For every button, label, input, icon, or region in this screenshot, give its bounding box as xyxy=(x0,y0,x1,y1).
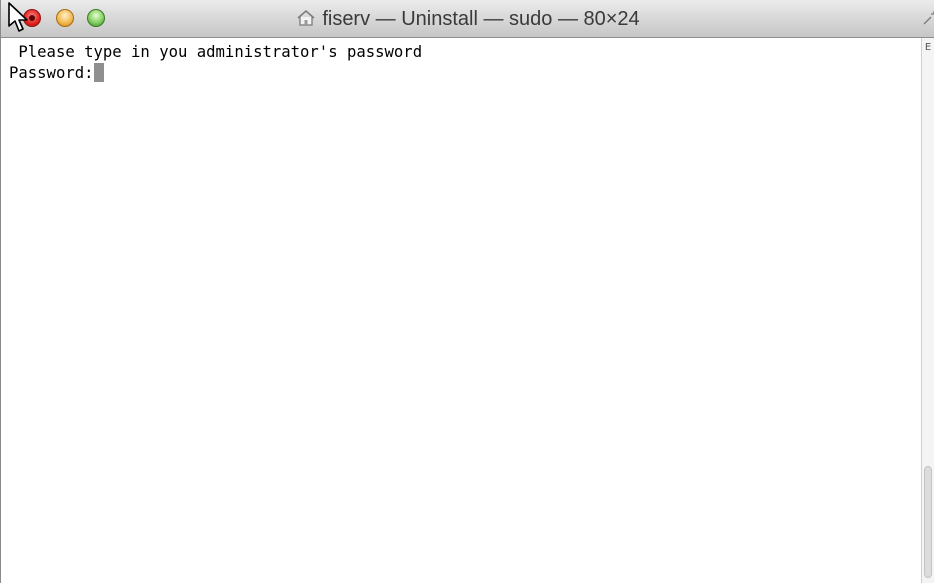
output-line-prompt-message: Please type in you administrator's passw… xyxy=(9,43,423,61)
fullscreen-icon[interactable] xyxy=(921,10,934,28)
password-label: Password: xyxy=(9,64,94,82)
title-bar[interactable]: fiserv — Uninstall — sudo — 80×24 xyxy=(1,0,934,38)
window-title-text: fiserv — Uninstall — sudo — 80×24 xyxy=(322,8,640,30)
window-title: fiserv — Uninstall — sudo — 80×24 xyxy=(1,0,934,38)
scrollbar-thumb[interactable] xyxy=(924,466,932,578)
text-cursor xyxy=(93,63,104,82)
terminal-output[interactable]: Please type in you administrator's passw… xyxy=(1,38,922,583)
vertical-scrollbar[interactable]: E xyxy=(921,38,934,583)
mouse-pointer-icon xyxy=(8,2,28,32)
split-pane-icon[interactable]: E xyxy=(923,42,933,54)
password-prompt-line[interactable]: Password: xyxy=(9,63,922,84)
terminal-window: fiserv — Uninstall — sudo — 80×24 Please… xyxy=(0,0,934,583)
home-icon xyxy=(297,10,315,26)
